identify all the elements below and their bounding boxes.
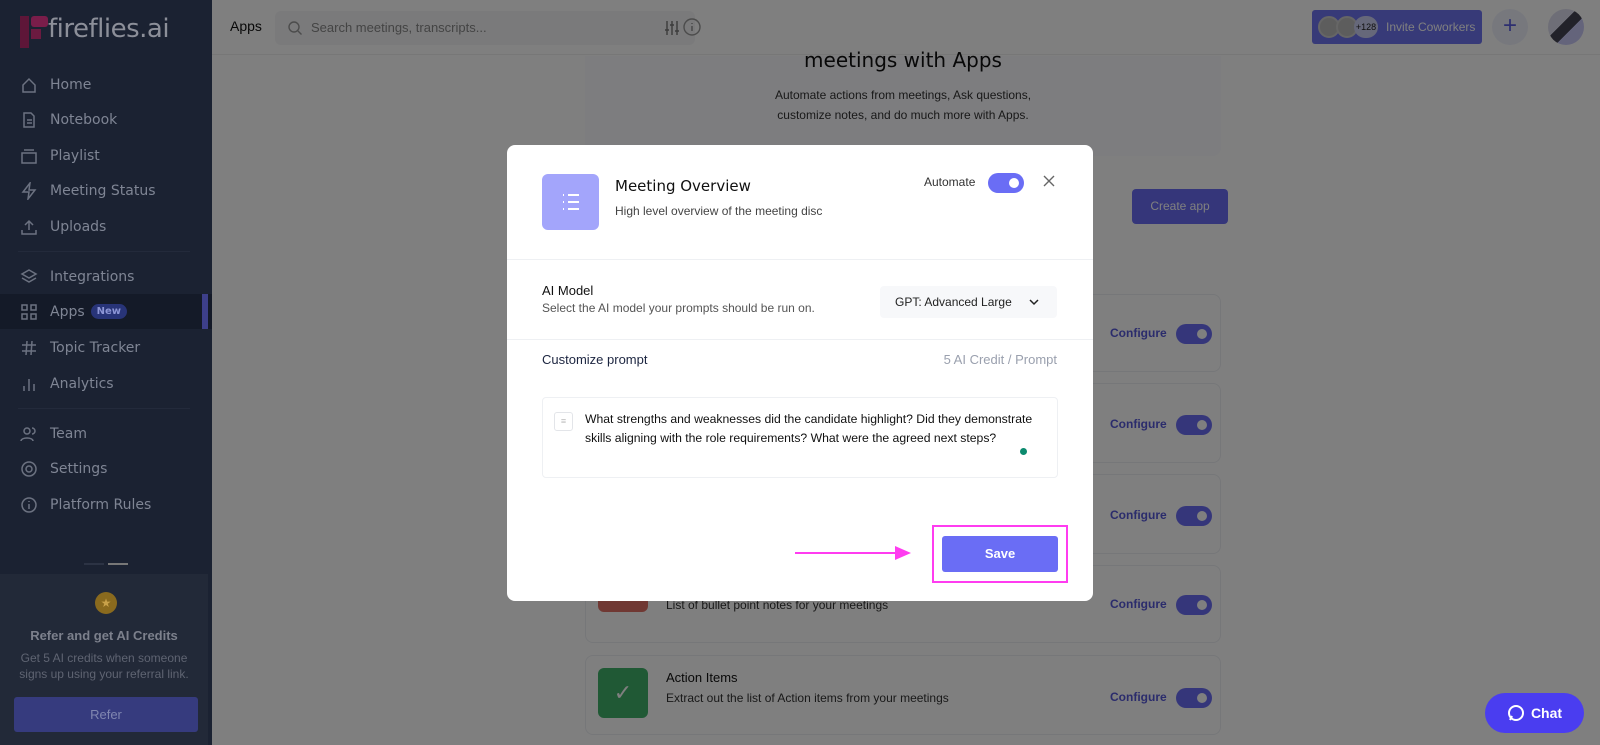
app-config-modal: Meeting Overview High level overview of … <box>507 145 1093 601</box>
sidebar-item-topic-tracker[interactable]: Topic Tracker <box>0 330 212 365</box>
sidebar-item-label: Integrations <box>50 268 135 285</box>
chat-bubble-icon <box>1507 705 1524 721</box>
lightning-icon <box>21 181 37 200</box>
chevron-down-icon <box>1029 299 1039 306</box>
sidebar-item-analytics[interactable]: Analytics <box>0 366 212 401</box>
automate-toggle[interactable] <box>988 173 1024 193</box>
sidebar-item-label: Notebook <box>50 111 118 128</box>
carousel-dot[interactable] <box>84 563 104 565</box>
sidebar-item-label: Uploads <box>50 218 107 235</box>
divider <box>18 251 190 252</box>
sidebar-item-label: Meeting Status <box>50 182 156 199</box>
divider <box>507 339 1093 340</box>
list-icon <box>542 174 599 230</box>
ai-model-label: AI Model <box>542 283 594 298</box>
hash-icon <box>22 340 36 355</box>
sidebar-item-team[interactable]: Team <box>0 416 212 451</box>
sidebar-item-label: Platform Rules <box>50 496 152 513</box>
save-button[interactable]: Save <box>942 536 1058 572</box>
sidebar-item-label: Topic Tracker <box>50 339 141 356</box>
close-icon[interactable] <box>1042 174 1056 188</box>
home-icon <box>22 77 36 93</box>
automate-label: Automate <box>924 175 976 189</box>
playlist-icon <box>21 148 37 164</box>
chat-button[interactable]: Chat <box>1485 693 1584 733</box>
sidebar-item-label: Apps <box>50 303 85 320</box>
upload-icon <box>21 219 37 235</box>
sidebar-item-uploads[interactable]: Uploads <box>0 209 212 244</box>
grid-icon <box>21 303 37 320</box>
refer-button[interactable]: Refer <box>14 697 198 732</box>
sidebar-item-notebook[interactable]: Notebook <box>0 102 212 137</box>
coin-icon: ★ <box>95 592 117 614</box>
status-dot <box>1020 448 1027 455</box>
prompt-textarea[interactable]: ≡ What strengths and weaknesses did the … <box>542 397 1058 478</box>
document-icon <box>23 111 35 128</box>
prompt-label: Customize prompt <box>542 352 648 367</box>
refer-text-2: signs up using your referral link. <box>19 667 189 681</box>
ai-model-value: GPT: Advanced Large <box>895 295 1012 309</box>
refer-title: Refer and get AI Credits <box>30 628 178 643</box>
arrow-annotation-icon <box>795 546 911 560</box>
sidebar-item-apps[interactable]: Apps New <box>0 294 212 329</box>
ai-model-dropdown[interactable]: GPT: Advanced Large <box>880 286 1057 318</box>
divider <box>507 259 1093 260</box>
new-badge: New <box>90 304 128 319</box>
gear-icon <box>21 460 37 477</box>
modal-subtitle: High level overview of the meeting disc <box>615 204 823 218</box>
sidebar: fireflies.ai Home Notebook Playlist Meeting… <box>0 0 212 745</box>
refer-text-1: Get 5 AI credits when someone <box>20 651 188 665</box>
layers-icon <box>20 268 38 283</box>
fireflies-logo <box>20 16 48 48</box>
sidebar-item-settings[interactable]: Settings <box>0 451 212 486</box>
sidebar-item-home[interactable]: Home <box>0 67 212 102</box>
sidebar-item-platform-rules[interactable]: Platform Rules <box>0 487 212 522</box>
sidebar-item-label: Settings <box>50 460 108 477</box>
carousel-dot-active[interactable] <box>108 563 128 565</box>
brand-name: fireflies.ai <box>48 14 170 44</box>
sidebar-item-label: Home <box>50 76 92 93</box>
ai-model-desc: Select the AI model your prompts should … <box>542 301 815 315</box>
divider <box>18 408 190 409</box>
sidebar-item-integrations[interactable]: Integrations <box>0 259 212 294</box>
credit-text: 5 AI Credit / Prompt <box>943 352 1057 367</box>
sidebar-item-label: Playlist <box>50 147 100 164</box>
refer-panel: ★ Refer and get AI Credits Get 5 AI cred… <box>0 574 208 745</box>
modal-title: Meeting Overview <box>615 177 751 195</box>
text-lines-icon: ≡ <box>554 412 573 431</box>
chat-label: Chat <box>1530 705 1563 721</box>
prompt-text: What strengths and weaknesses did the ca… <box>585 412 1033 445</box>
sidebar-item-meeting-status[interactable]: Meeting Status <box>0 173 212 208</box>
users-icon <box>20 426 36 441</box>
sidebar-item-label: Team <box>50 425 88 442</box>
sidebar-item-playlist[interactable]: Playlist <box>0 138 212 173</box>
bar-chart-icon <box>23 378 35 391</box>
sidebar-item-label: Analytics <box>50 375 114 392</box>
info-icon <box>21 496 37 513</box>
